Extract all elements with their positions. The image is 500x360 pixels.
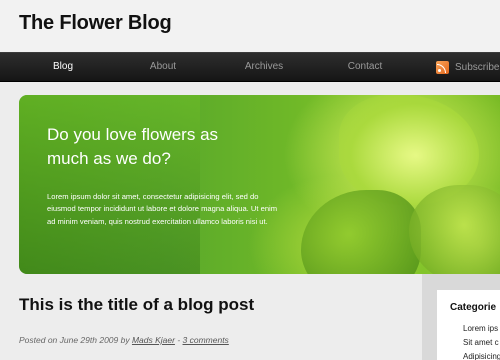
flower-petal-image	[409, 185, 500, 274]
hero-banner: Do you love flowers as much as we do? Lo…	[19, 95, 500, 274]
meta-separator: -	[174, 335, 183, 345]
flower-petal-image	[301, 190, 421, 274]
nav-item-blog[interactable]: Blog	[53, 53, 73, 81]
site-title[interactable]: The Flower Blog	[19, 12, 172, 35]
category-link[interactable]: Adipisicing	[463, 352, 500, 360]
subscribe-link[interactable]: Subscribe v	[436, 53, 500, 81]
nav-item-archives[interactable]: Archives	[245, 53, 283, 81]
post-title[interactable]: This is the title of a blog post	[19, 295, 254, 315]
hero-heading: Do you love flowers as much as we do?	[47, 125, 219, 168]
categories-widget: Categorie Lorem ips Sit amet c Adipisici…	[437, 290, 500, 360]
comments-link[interactable]: 3 comments	[183, 335, 229, 345]
hero-text-panel	[19, 95, 200, 274]
site-header: The Flower Blog	[0, 0, 500, 52]
post-meta: Posted on June 29th 2009 by Mads Kjaer -…	[19, 335, 229, 345]
rss-icon	[436, 60, 449, 74]
hero-body-text: Lorem ipsum dolor sit amet, consectetur …	[47, 192, 278, 226]
sidebar: Categorie Lorem ips Sit amet c Adipisici…	[422, 274, 500, 360]
subscribe-label: Subscribe v	[455, 61, 500, 73]
categories-heading: Categorie	[450, 302, 497, 313]
post-date-text: Posted on June 29th 2009 by	[19, 335, 132, 345]
author-link[interactable]: Mads Kjaer	[132, 335, 175, 345]
main-navigation: Blog About Archives Contact Subscribe v	[0, 52, 500, 82]
category-link[interactable]: Sit amet c	[463, 338, 499, 347]
nav-item-contact[interactable]: Contact	[348, 53, 382, 81]
nav-item-about[interactable]: About	[150, 53, 176, 81]
category-link[interactable]: Lorem ips	[463, 324, 498, 333]
